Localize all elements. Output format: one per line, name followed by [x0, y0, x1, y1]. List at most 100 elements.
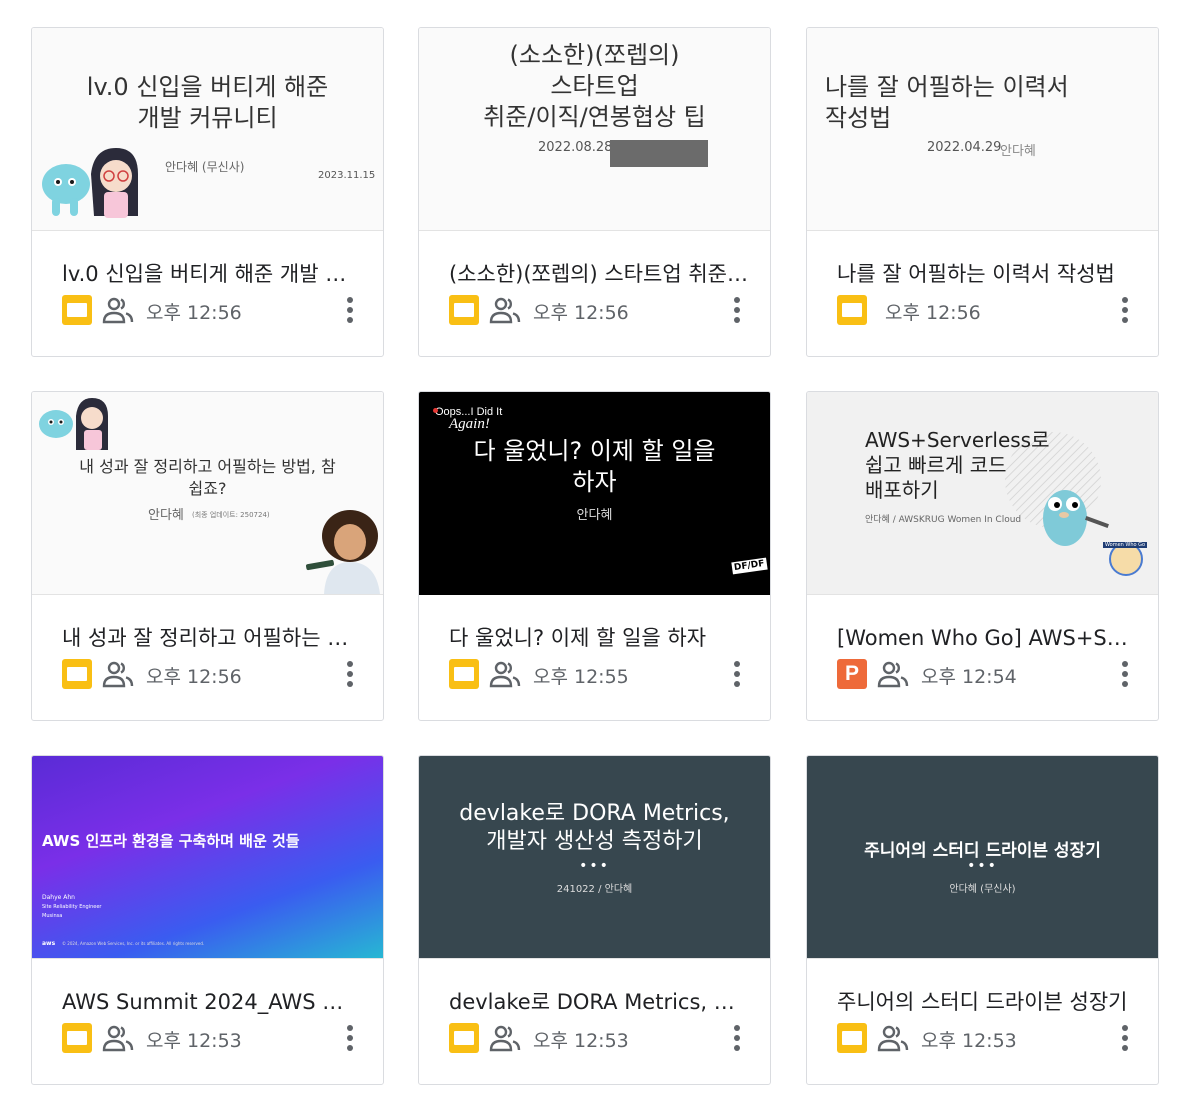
- file-card[interactable]: (소소한)(쪼렙의) 스타트업 취준/이직/연봉협상 팁 2022.08.28 …: [418, 27, 771, 357]
- file-title[interactable]: devlake로 DORA Metrics, 개발자 생산성 측정하기: [449, 986, 749, 1016]
- people-icon: [877, 1025, 909, 1052]
- file-thumbnail: (소소한)(쪼렙의) 스타트업 취준/이직/연봉협상 팁 2022.08.28: [419, 28, 770, 231]
- file-thumbnail: AWS+Serverless로 쉽고 빠르게 코드 배포하기 안다혜 / AWS…: [807, 392, 1158, 595]
- slide-title: devlake로 DORA Metrics, 개발자 생산성 측정하기: [459, 801, 730, 854]
- people-icon: [489, 297, 521, 324]
- redacted-block: [610, 140, 708, 167]
- file-title[interactable]: 나를 잘 어필하는 이력서 작성법: [837, 258, 1137, 288]
- modified-time: 오후 12:53: [533, 1030, 629, 1052]
- badge-label: Women Who Go: [1103, 542, 1148, 548]
- slide-note: (최종 업데이트: 250724): [192, 511, 270, 519]
- file-thumbnail: Oops...I Did It Again! 다 울었니? 이제 할 일을 하자…: [419, 392, 770, 595]
- file-meta: devlake로 DORA Metrics, 개발자 생산성 측정하기 오후 1…: [419, 959, 770, 1084]
- ellipsis-icon: •••: [967, 858, 998, 874]
- file-meta: 다 울었니? 이제 할 일을 하자 오후 12:55: [419, 595, 770, 720]
- file-meta: (소소한)(쪼렙의) 스타트업 취준/이직/연봉협상 팁 오후 12:56: [419, 231, 770, 356]
- slide-date: 2022.04.29: [927, 140, 1002, 155]
- slide-title: 다 울었니? 이제 할 일을 하자: [473, 437, 716, 496]
- slide-title: AWS+Serverless로 쉽고 빠르게 코드 배포하기: [865, 428, 1050, 502]
- google-slides-icon: [62, 659, 92, 689]
- people-icon: [102, 1025, 134, 1052]
- people-icon: [489, 1025, 521, 1052]
- more-vert-icon[interactable]: [338, 657, 362, 691]
- modified-time: 오후 12:53: [921, 1030, 1017, 1052]
- file-title[interactable]: AWS Summit 2024_AWS 인프라 환경을 구축하며 배운 것들: [62, 986, 362, 1016]
- slide-title: 내 성과 잘 정리하고 어필하는 방법, 참 쉽죠?: [79, 457, 336, 498]
- file-title[interactable]: [Women Who Go] AWS+Serverless로 쉽고 빠르게 코드…: [837, 622, 1137, 652]
- people-icon: [877, 661, 909, 688]
- speaker-role: Site Reliability Engineer: [42, 904, 102, 910]
- modified-time: 오후 12:56: [885, 302, 981, 324]
- file-thumbnail: devlake로 DORA Metrics, 개발자 생산성 측정하기 ••• …: [419, 756, 770, 959]
- google-slides-icon: [449, 1023, 479, 1053]
- aws-logo-icon: aws: [42, 940, 56, 947]
- people-icon: [489, 661, 521, 688]
- ellipsis-icon: •••: [579, 858, 610, 874]
- file-meta: lv.0 신입을 버티게 해준 개발 커뮤니티 오후 12:56: [32, 231, 383, 356]
- file-card[interactable]: AWS+Serverless로 쉽고 빠르게 코드 배포하기 안다혜 / AWS…: [806, 391, 1159, 721]
- slide-author: 안다혜: [148, 508, 184, 523]
- people-icon: [102, 297, 134, 324]
- file-card[interactable]: 주니어의 스터디 드라이븐 성장기 ••• 안다혜 (무신사) 주니어의 스터디…: [806, 755, 1159, 1085]
- more-vert-icon[interactable]: [725, 657, 749, 691]
- slide-date: 2023.11.15: [318, 170, 376, 181]
- slide-title: 나를 잘 어필하는 이력서 작성법: [825, 73, 1069, 132]
- mascot-illustration: [39, 398, 108, 450]
- file-title[interactable]: lv.0 신입을 버티게 해준 개발 커뮤니티: [62, 258, 362, 288]
- modified-time: 오후 12:55: [533, 666, 629, 688]
- slide-title: AWS 인프라 환경을 구축하며 배운 것들: [42, 832, 300, 850]
- file-card[interactable]: 내 성과 잘 정리하고 어필하는 방법, 참 쉽죠? 안다혜 (최종 업데이트:…: [31, 391, 384, 721]
- file-thumbnail: lv.0 신입을 버티게 해준 개발 커뮤니티 안다혜 (무신사) 2023.1…: [32, 28, 383, 231]
- modified-time: 오후 12:56: [146, 666, 242, 688]
- file-card[interactable]: AWS 인프라 환경을 구축하며 배운 것들 Dahye Ahn Site Re…: [31, 755, 384, 1085]
- more-vert-icon[interactable]: [1113, 1021, 1137, 1055]
- modified-time: 오후 12:54: [921, 666, 1017, 688]
- google-slides-icon: [837, 1023, 867, 1053]
- slide-title: (소소한)(쪼렙의) 스타트업 취준/이직/연봉협상 팁: [483, 41, 706, 131]
- google-slides-icon: [449, 295, 479, 325]
- slide-author: 안다혜 (무신사): [165, 160, 245, 174]
- red-dot: [433, 408, 438, 413]
- slide-footer: © 2024, Amazon Web Services, Inc. or its…: [62, 941, 205, 946]
- file-title[interactable]: 주니어의 스터디 드라이븐 성장기: [837, 986, 1137, 1016]
- file-title[interactable]: 내 성과 잘 정리하고 어필하는 방법, 참 쉽죠?: [62, 622, 362, 652]
- slide-date: 2022.08.28: [538, 140, 613, 155]
- slide-author: 안다혜: [576, 508, 613, 523]
- file-card[interactable]: lv.0 신입을 버티게 해준 개발 커뮤니티 안다혜 (무신사) 2023.1…: [31, 27, 384, 357]
- mascot-illustration: [42, 148, 138, 218]
- file-thumbnail: 주니어의 스터디 드라이븐 성장기 ••• 안다혜 (무신사): [807, 756, 1158, 959]
- slide-title: lv.0 신입을 버티게 해준 개발 커뮤니티: [86, 73, 329, 132]
- file-meta: AWS Summit 2024_AWS 인프라 환경을 구축하며 배운 것들 오…: [32, 959, 383, 1084]
- more-vert-icon[interactable]: [338, 293, 362, 327]
- slide-author: 안다혜: [1000, 144, 1036, 159]
- modified-time: 오후 12:56: [533, 302, 629, 324]
- more-vert-icon[interactable]: [1113, 657, 1137, 691]
- google-slides-icon: [62, 295, 92, 325]
- more-vert-icon[interactable]: [725, 293, 749, 327]
- modified-time: 오후 12:53: [146, 1030, 242, 1052]
- more-vert-icon[interactable]: [1113, 293, 1137, 327]
- file-card[interactable]: Oops...I Did It Again! 다 울었니? 이제 할 일을 하자…: [418, 391, 771, 721]
- google-slides-icon: [62, 1023, 92, 1053]
- logo: DF/DF: [731, 557, 768, 575]
- file-card[interactable]: 나를 잘 어필하는 이력서 작성법 2022.04.29 안다혜 나를 잘 어필…: [806, 27, 1159, 357]
- google-slides-icon: [449, 659, 479, 689]
- google-slides-icon: [837, 295, 867, 325]
- people-icon: [102, 661, 134, 688]
- file-title[interactable]: (소소한)(쪼렙의) 스타트업 취준/이직/연봉협상 팁: [449, 258, 749, 288]
- file-meta: 내 성과 잘 정리하고 어필하는 방법, 참 쉽죠? 오후 12:56: [32, 595, 383, 720]
- file-title[interactable]: 다 울었니? 이제 할 일을 하자: [449, 622, 749, 652]
- speaker-name: Dahye Ahn: [42, 894, 75, 901]
- powerpoint-icon: P: [837, 659, 867, 689]
- file-meta: 주니어의 스터디 드라이븐 성장기 오후 12:53: [807, 959, 1158, 1084]
- file-thumbnail: 나를 잘 어필하는 이력서 작성법 2022.04.29 안다혜: [807, 28, 1158, 231]
- painter-illustration: [306, 510, 380, 594]
- file-meta: 나를 잘 어필하는 이력서 작성법 오후 12:56: [807, 231, 1158, 356]
- slide-author: 안다혜 (무신사): [949, 884, 1016, 895]
- file-card[interactable]: devlake로 DORA Metrics, 개발자 생산성 측정하기 ••• …: [418, 755, 771, 1085]
- more-vert-icon[interactable]: [338, 1021, 362, 1055]
- file-thumbnail: AWS 인프라 환경을 구축하며 배운 것들 Dahye Ahn Site Re…: [32, 756, 383, 959]
- more-vert-icon[interactable]: [725, 1021, 749, 1055]
- speaker-company: Musinsa: [42, 913, 63, 919]
- modified-time: 오후 12:56: [146, 302, 242, 324]
